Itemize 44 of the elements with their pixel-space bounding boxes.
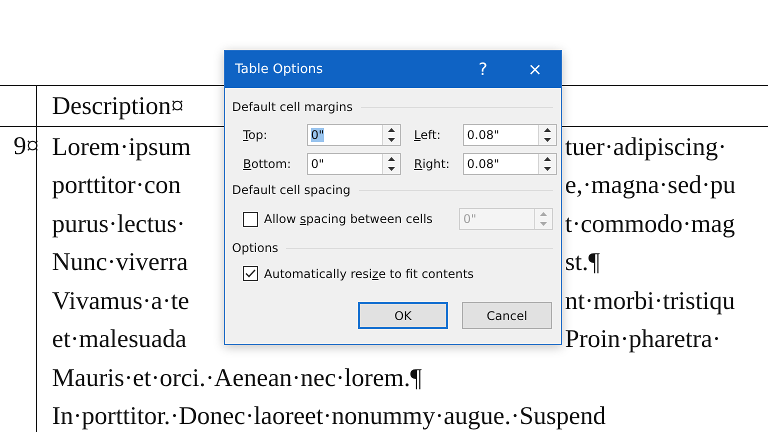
dialog-title: Table Options xyxy=(235,62,324,77)
number-field[interactable]: 0.08" xyxy=(463,153,557,175)
spin-down-icon[interactable] xyxy=(543,167,552,171)
body-text: et·malesuada xyxy=(52,324,187,354)
cancel-button[interactable]: Cancel xyxy=(462,302,552,329)
number-field[interactable]: 0" xyxy=(307,124,401,146)
body-text: e,·magna·sed·pu xyxy=(565,170,736,200)
help-button[interactable]: ? xyxy=(457,51,509,88)
body-text: Lorem·ipsum xyxy=(52,132,191,161)
spin-down-icon[interactable] xyxy=(387,138,396,142)
checkmark-icon xyxy=(245,269,256,278)
number-field[interactable]: 0" xyxy=(307,153,401,175)
body-text: Nunc·viverra xyxy=(52,247,188,276)
section-title: Options xyxy=(232,241,278,255)
body-text: purus·lectus· xyxy=(52,208,186,238)
field-label: Top: xyxy=(243,128,268,142)
ok-button[interactable]: OK xyxy=(358,302,448,329)
column-heading: Description¤ xyxy=(52,91,184,121)
number-field[interactable]: 0.08" xyxy=(463,124,557,146)
body-text: t·commodo·mag xyxy=(565,208,735,238)
body-text: Mauris·et·orci.·Aenean·nec·lorem.¶ xyxy=(52,362,422,392)
checkbox[interactable] xyxy=(243,212,258,226)
checkbox-label[interactable]: Allow spacing between cells xyxy=(264,212,433,226)
close-button[interactable]: × xyxy=(509,51,561,88)
body-text: nt·morbi·tristiqu xyxy=(565,286,735,315)
checkbox[interactable] xyxy=(243,266,258,281)
checkbox-label[interactable]: Automatically resize to fit contents xyxy=(264,266,474,280)
field-label: Bottom: xyxy=(243,157,292,171)
spin-up-icon[interactable] xyxy=(543,128,552,132)
section-title: Default cell margins xyxy=(232,100,353,114)
field-label: Left: xyxy=(414,128,442,142)
spin-down-icon[interactable] xyxy=(387,167,396,171)
spin-down-icon[interactable] xyxy=(543,138,552,142)
field-label: Right: xyxy=(414,157,451,171)
body-text: Vivamus·a·te xyxy=(52,286,190,315)
body-text: porttitor·con xyxy=(52,170,181,200)
section-title: Default cell spacing xyxy=(232,183,350,197)
spin-up-icon[interactable] xyxy=(543,157,552,161)
body-text: tuer·adipiscing· xyxy=(565,132,726,161)
body-text: st.¶ xyxy=(565,247,600,276)
spin-up-icon[interactable] xyxy=(387,128,396,132)
body-text: In·porttitor.·Donec·laoreet·nonummy·augue.·Suspend xyxy=(52,401,606,430)
body-text: Proin·pharetra· xyxy=(565,324,721,354)
spin-up-icon[interactable] xyxy=(387,157,396,161)
